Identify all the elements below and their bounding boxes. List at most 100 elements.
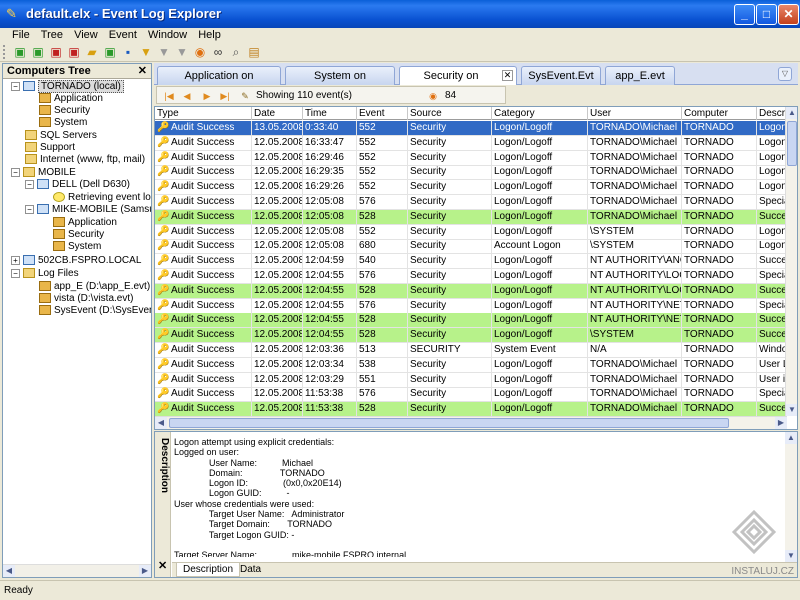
open-log-icon[interactable]: ▣ (48, 44, 64, 60)
tab-security-tornado[interactable]: Security on TORNADO✕ (399, 66, 517, 100)
tree-item-internet[interactable]: Internet (www, ftp, mail) (25, 154, 145, 166)
expand-icon[interactable]: + (11, 255, 20, 265)
grid-hscroll-thumb[interactable] (169, 418, 729, 428)
close-button[interactable]: ✕ (778, 4, 799, 25)
menu-file[interactable]: File (8, 28, 34, 42)
column-category[interactable]: Category (492, 107, 588, 120)
collapse-icon[interactable]: − (25, 204, 34, 214)
print-icon[interactable]: ▤ (246, 44, 262, 60)
tree-item-system[interactable]: System (39, 117, 87, 129)
grid-horizontal-scrollbar[interactable]: ◀ ▶ (155, 416, 787, 429)
find-icon[interactable]: ∞ (210, 44, 226, 60)
table-row[interactable]: 🔑 Audit Success 12.05.2008 16:29:26 552 Secur… (155, 180, 787, 196)
refresh-count-icon[interactable]: ◉ (427, 90, 439, 102)
add-computer-icon[interactable]: ▣ (30, 44, 46, 60)
tree-item-vista[interactable]: vista (D:\vista.evt) (39, 293, 133, 305)
filter-off-icon[interactable]: ▼ (156, 44, 172, 60)
title-bar[interactable]: ✎ default.elx - Event Log Explorer _ □ ✕ (0, 0, 800, 28)
tree-item-security[interactable]: Security (39, 105, 90, 117)
column-date[interactable]: Date (252, 107, 303, 120)
table-row[interactable]: 🔑 Audit Success 12.05.2008 12:05:08 680 Secur… (155, 239, 787, 255)
tab-description[interactable]: Description (176, 563, 241, 577)
menu-tree[interactable]: Tree (37, 28, 67, 42)
tree-item-mike-system[interactable]: System (53, 241, 101, 253)
table-row[interactable]: 🔑 Audit Success 12.05.2008 16:33:47 552 Secur… (155, 135, 787, 151)
menu-event[interactable]: Event (105, 28, 141, 42)
column-description[interactable]: Descri (757, 107, 787, 120)
grid-vertical-scrollbar[interactable]: ▲ ▼ (785, 107, 797, 416)
first-page-icon[interactable]: |◀ (163, 90, 175, 102)
tree-item-mike-application[interactable]: Application (53, 217, 117, 229)
table-row[interactable]: 🔑 Audit Success 12.05.2008 12:03:34 538 Secur… (155, 357, 787, 373)
tree-item-sql-servers[interactable]: SQL Servers (25, 130, 97, 142)
collapse-icon[interactable]: − (11, 167, 20, 177)
filter-clear-icon[interactable]: ▼ (174, 44, 190, 60)
collapse-icon[interactable]: − (25, 179, 34, 189)
toolbar-grip[interactable] (3, 45, 6, 59)
grid-scroll-thumb[interactable] (787, 121, 797, 166)
tree-item-app-e[interactable]: app_E (D:\app_E.evt) (39, 281, 150, 293)
table-row[interactable]: 🔑 Audit Success 12.05.2008 12:04:55 576 Secur… (155, 269, 787, 284)
close-tab-icon[interactable]: ✕ (502, 70, 513, 81)
scroll-up-icon[interactable]: ▲ (785, 432, 797, 444)
tree-item-support[interactable]: Support (25, 142, 75, 154)
save-icon[interactable]: ▣ (66, 44, 82, 60)
close-panel-icon[interactable]: ✕ (138, 64, 147, 79)
tree-horizontal-scrollbar[interactable]: ◀ ▶ (3, 564, 151, 577)
scroll-right-icon[interactable]: ▶ (775, 417, 787, 429)
scroll-left-icon[interactable]: ◀ (3, 565, 15, 577)
table-row[interactable]: 🔑 Audit Success 12.05.2008 12:03:36 513 SECUR… (155, 343, 787, 358)
tab-system-tornado[interactable]: System on TORNADO (285, 66, 395, 100)
tab-sysevent[interactable]: SysEvent.Evt (521, 66, 601, 85)
tree-item-sysevent[interactable]: SysEvent (D:\SysEvent.E (39, 305, 151, 317)
refresh-icon[interactable]: ◉ (192, 44, 208, 60)
table-row[interactable]: 🔑 Audit Success 12.05.2008 11:53:38 528 Secur… (155, 402, 787, 418)
tree-item-log-files[interactable]: − Log Files (11, 268, 79, 280)
close-description-icon[interactable]: ✕ (158, 559, 167, 572)
table-row[interactable]: 🔑 Audit Success 13.05.2008 0:33:40 552 Securi… (155, 121, 787, 136)
table-row[interactable]: 🔑 Audit Success 12.05.2008 16:29:35 552 Secur… (155, 165, 787, 181)
last-page-icon[interactable]: ▶| (219, 90, 231, 102)
column-user[interactable]: User (588, 107, 682, 120)
collapse-icon[interactable]: − (11, 268, 20, 278)
tab-data[interactable]: Data (234, 563, 267, 577)
tab-list-icon[interactable]: ▽ (778, 67, 792, 81)
new-icon[interactable]: ▣ (12, 44, 28, 60)
tree-item-dell[interactable]: − DELL (Dell D630) (25, 179, 130, 191)
scroll-up-icon[interactable]: ▲ (786, 107, 797, 119)
column-source[interactable]: Source (408, 107, 492, 120)
tree-item-mobile[interactable]: − MOBILE (11, 167, 76, 179)
table-row[interactable]: 🔑 Audit Success 12.05.2008 12:05:08 528 Secur… (155, 209, 787, 225)
table-row[interactable]: 🔑 Audit Success 12.05.2008 12:04:55 528 Secur… (155, 328, 787, 344)
table-row[interactable]: 🔑 Audit Success 12.05.2008 12:04:55 576 Secur… (155, 298, 787, 314)
filter-icon[interactable]: ▼ (138, 44, 154, 60)
table-row[interactable]: 🔑 Audit Success 12.05.2008 12:03:29 551 Secur… (155, 372, 787, 388)
tree-item-502cb[interactable]: +502CB.FSPRO.LOCAL (11, 255, 141, 267)
tab-app-e[interactable]: app_E.evt (605, 66, 675, 85)
table-row[interactable]: 🔑 Audit Success 12.05.2008 12:04:59 540 Secur… (155, 254, 787, 270)
table-row[interactable]: 🔑 Audit Success 12.05.2008 12:05:08 576 Secur… (155, 195, 787, 210)
tree-item-mike-mobile[interactable]: −MIKE-MOBILE (Samsung) (25, 204, 151, 216)
column-event[interactable]: Event (357, 107, 408, 120)
save-disk-icon[interactable]: ▪ (120, 44, 136, 60)
tree-item-application[interactable]: Application (39, 93, 103, 105)
table-row[interactable]: 🔑 Audit Success 12.05.2008 11:53:38 576 Secur… (155, 387, 787, 403)
tree-item-mike-security[interactable]: Security (53, 229, 104, 241)
prev-page-icon[interactable]: ◀ (181, 90, 193, 102)
folder-icon[interactable]: ▰ (84, 44, 100, 60)
tree-item-retrieving[interactable]: Retrieving event logs (53, 192, 151, 204)
export-icon[interactable]: ▣ (102, 44, 118, 60)
minimize-button[interactable]: _ (734, 4, 755, 25)
tab-application-tornado[interactable]: Application on TORNADO (157, 66, 281, 100)
tree-item-tornado[interactable]: − TORNADO (local) (11, 80, 124, 93)
menu-window[interactable]: Window (144, 28, 191, 42)
scroll-left-icon[interactable]: ◀ (155, 417, 167, 429)
menu-view[interactable]: View (70, 28, 102, 42)
column-type[interactable]: Type (155, 107, 252, 120)
scroll-right-icon[interactable]: ▶ (139, 565, 151, 577)
table-row[interactable]: 🔑 Audit Success 12.05.2008 12:05:08 552 Secur… (155, 224, 787, 240)
collapse-icon[interactable]: − (11, 81, 20, 91)
next-page-icon[interactable]: ▶ (201, 90, 213, 102)
table-row[interactable]: 🔑 Audit Success 12.05.2008 12:04:55 528 Secur… (155, 313, 787, 329)
scroll-down-icon[interactable]: ▼ (786, 404, 797, 416)
